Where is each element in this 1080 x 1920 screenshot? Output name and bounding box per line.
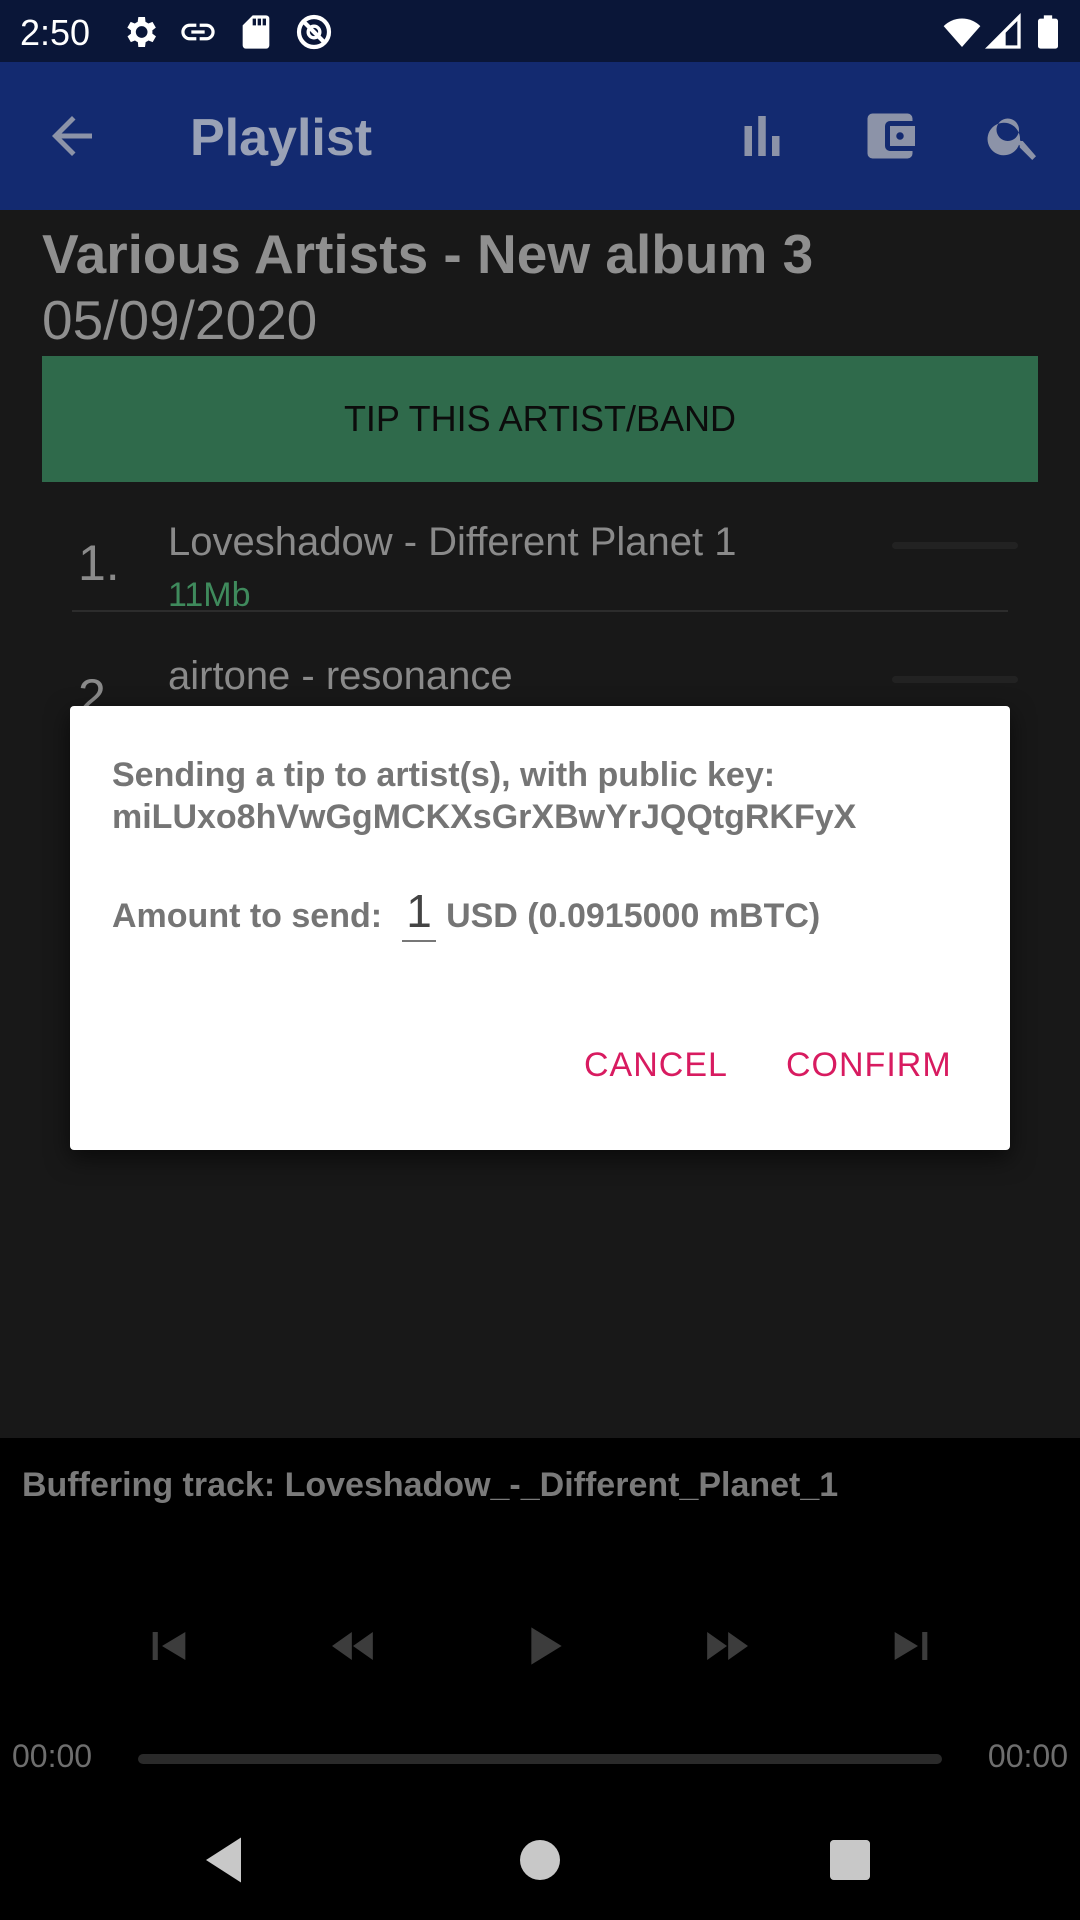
track-title: Loveshadow - Different Planet 1 xyxy=(168,520,737,564)
tip-dialog: Sending a tip to artist(s), with public … xyxy=(70,706,1010,1150)
track-progress-bar xyxy=(892,676,1018,683)
tip-artist-button-label: TIP THIS ARTIST/BAND xyxy=(343,398,737,439)
page-title: Playlist xyxy=(190,109,373,167)
wallet-icon[interactable] xyxy=(860,106,920,166)
dialog-message: Sending a tip to artist(s), with public … xyxy=(112,756,857,836)
track-progress-bar xyxy=(892,542,1018,549)
duration-time: 00:00 xyxy=(987,1738,1068,1774)
wifi-icon xyxy=(943,18,981,47)
album-title: Various Artists - New album 3 xyxy=(42,223,814,285)
amount-label: Amount to send: xyxy=(112,897,383,935)
skip-next-icon[interactable] xyxy=(876,1618,946,1674)
amount-currency: USD (0.0915000 mBTC) xyxy=(446,897,821,935)
nav-recents-icon[interactable] xyxy=(820,1830,880,1890)
track-title: airtone - resonance xyxy=(168,654,513,698)
cancel-button[interactable]: CANCEL xyxy=(584,1046,728,1085)
amount-row: Amount to send: USD (0.0915000 mBTC) xyxy=(112,878,820,942)
sd-card-icon xyxy=(242,15,270,49)
equalizer-icon[interactable] xyxy=(732,106,792,166)
player-status: Buffering track: Loveshadow_-_Different_… xyxy=(22,1466,839,1504)
fast-forward-icon[interactable] xyxy=(692,1618,762,1674)
track-row[interactable]: 1. Loveshadow - Different Planet 1 11Mb xyxy=(72,510,1018,646)
track-divider xyxy=(72,610,1008,612)
amount-input[interactable] xyxy=(402,884,437,942)
rewind-icon[interactable] xyxy=(318,1618,388,1674)
album-date: 05/09/2020 xyxy=(42,289,318,351)
nav-back-icon[interactable] xyxy=(196,1830,256,1890)
status-time: 2:50 xyxy=(20,12,91,53)
skip-previous-icon[interactable] xyxy=(134,1618,204,1674)
track-number: 1. xyxy=(78,535,120,591)
confirm-button[interactable]: CONFIRM xyxy=(786,1046,952,1085)
elapsed-time: 00:00 xyxy=(12,1738,93,1774)
back-arrow-icon[interactable] xyxy=(42,106,102,166)
play-icon[interactable] xyxy=(508,1618,578,1674)
no-tracking-icon xyxy=(296,14,332,50)
battery-icon xyxy=(1038,15,1058,49)
player-panel: Buffering track: Loveshadow_-_Different_… xyxy=(0,1438,1080,1800)
navigation-bar xyxy=(0,1800,1080,1920)
link-icon xyxy=(181,23,215,41)
status-bar: 2:50 xyxy=(0,0,1080,62)
settings-icon xyxy=(127,17,156,47)
tip-artist-button[interactable]: TIP THIS ARTIST/BAND xyxy=(42,356,1038,482)
search-icon[interactable] xyxy=(984,106,1044,166)
signal-icon xyxy=(984,12,1021,49)
nav-home-icon[interactable] xyxy=(510,1830,570,1890)
app-bar: Playlist xyxy=(0,62,1080,210)
seek-bar[interactable] xyxy=(138,1754,942,1764)
